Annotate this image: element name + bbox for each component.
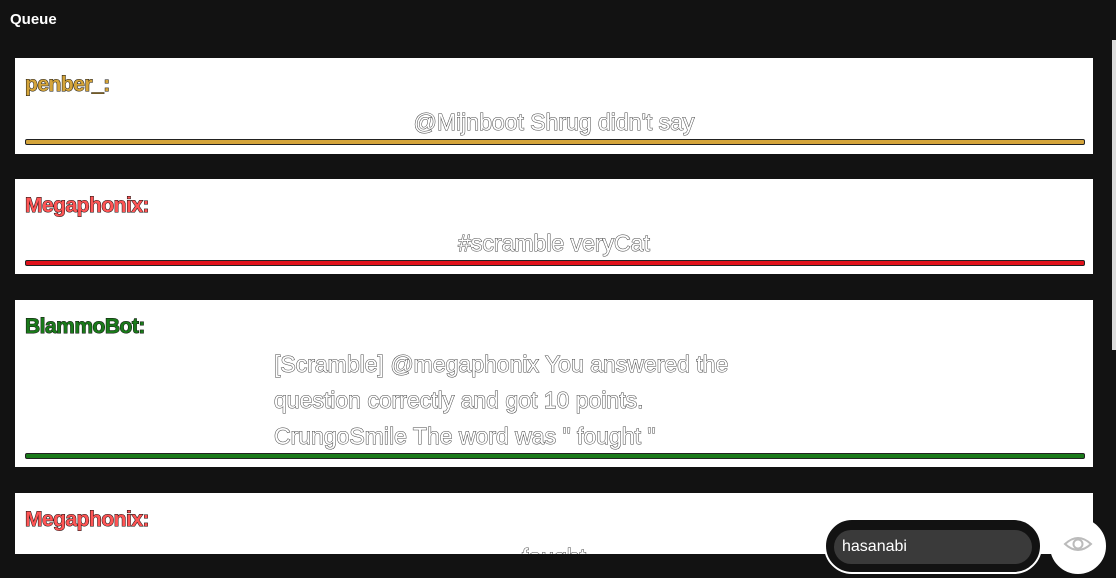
queue-item-username: Megaphonix: xyxy=(25,508,151,532)
user-color-bar xyxy=(25,260,1085,266)
visibility-toggle-button[interactable] xyxy=(1050,518,1106,574)
scrollbar[interactable] xyxy=(1112,40,1116,350)
queue-item-username: penber_: xyxy=(25,73,111,97)
search-container xyxy=(824,518,1042,574)
message-line: @Mijnboot Shrug didn't say xyxy=(413,109,695,136)
queue-item-username: Megaphonix: xyxy=(25,194,151,218)
search-input[interactable] xyxy=(834,530,1032,564)
eye-icon xyxy=(1063,534,1093,559)
user-color-bar xyxy=(25,453,1085,459)
queue-item[interactable]: BlammoBot: [Scramble] @megaphonix You an… xyxy=(15,300,1093,467)
user-color-bar xyxy=(25,139,1085,145)
message-line: question correctly and got 10 points. xyxy=(274,387,645,414)
queue-item[interactable]: Megaphonix: #scramble veryCat xyxy=(15,179,1093,274)
queue-item-username: BlammoBot: xyxy=(25,315,146,339)
queue-item[interactable]: penber_: @Mijnboot Shrug didn't say xyxy=(15,58,1093,154)
queue-item-message: [Scramble] @megaphonix You answered the … xyxy=(274,346,794,454)
message-line: CrungoSmile The word was " fought " xyxy=(274,423,657,450)
queue-item-message: @Mijnboot Shrug didn't say xyxy=(15,104,1093,140)
message-line: #scramble veryCat xyxy=(458,230,651,257)
queue-item-message: #scramble veryCat xyxy=(15,225,1093,261)
page-title: Queue xyxy=(10,11,57,28)
message-line: fought xyxy=(522,544,587,555)
message-line: [Scramble] @megaphonix You answered the xyxy=(274,351,729,378)
